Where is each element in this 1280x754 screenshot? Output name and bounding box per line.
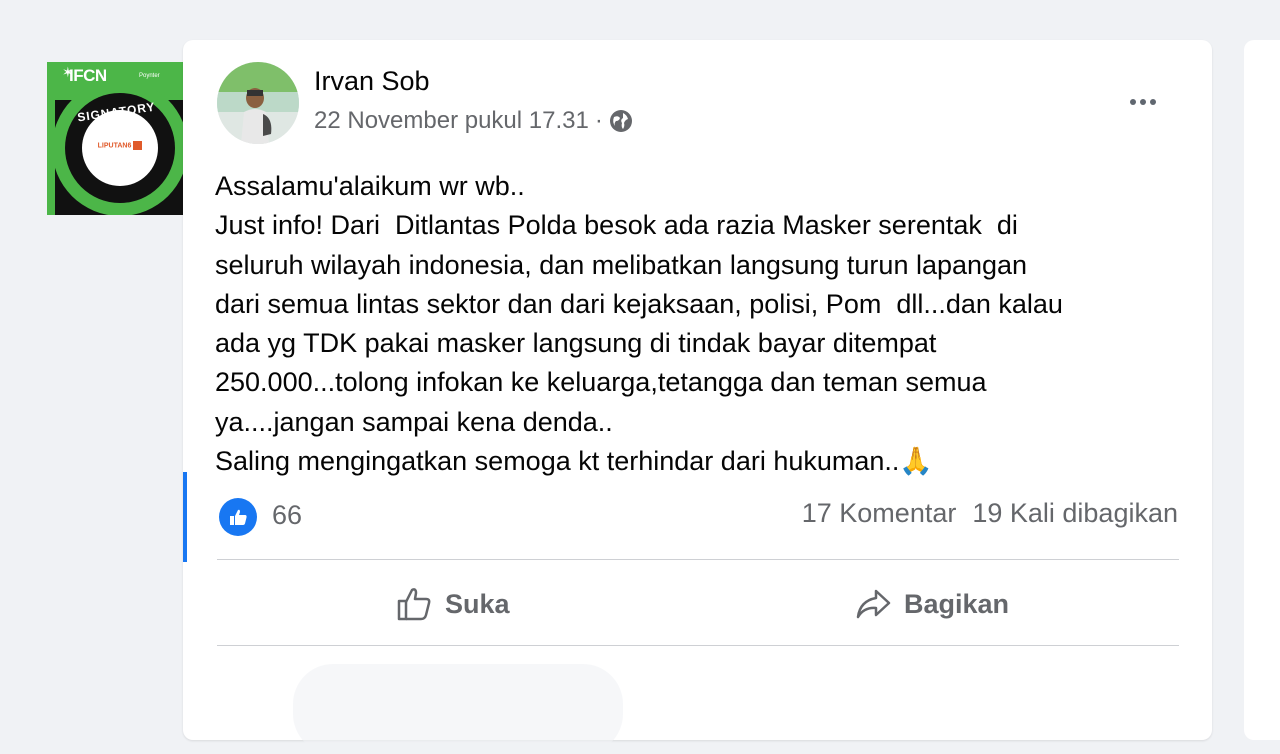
share-arrow-icon: [856, 589, 891, 619]
folded-hands-emoji: 🙏: [899, 446, 934, 477]
post-line-last: Saling mengingatkan semoga kt terhindar …: [215, 442, 1195, 481]
share-count[interactable]: 19 Kali dibagikan: [972, 498, 1178, 528]
badge-logo-text: IFCN: [69, 66, 107, 85]
more-dot-icon: [1130, 99, 1136, 105]
meta-separator: ·: [594, 107, 603, 134]
post-stats: 17 Komentar 19 Kali dibagikan: [802, 498, 1178, 529]
globe-icon[interactable]: [609, 109, 633, 133]
share-button-label: Bagikan: [904, 588, 1010, 619]
post-line: 250.000...tolong infokan ke keluarga,tet…: [215, 367, 987, 398]
post-line: dari semua lintas sektor dan dari kejaks…: [215, 288, 1063, 319]
like-button-label: Suka: [445, 588, 510, 619]
post-text: Assalamu'alaikum wr wb.. Just info! Dari …: [215, 167, 1195, 481]
badge-logo-small: Poynter: [139, 73, 160, 79]
comment-count[interactable]: 17 Komentar: [802, 498, 957, 528]
comment-preview: [293, 664, 623, 754]
ifcn-signatory-badge: LIPUTAN6 ✶ IFCN Poynter SIGNATORY: [47, 62, 193, 215]
share-button[interactable]: Bagikan: [854, 580, 1009, 628]
author-name[interactable]: Irvan Sob: [314, 66, 430, 97]
avatar[interactable]: [217, 62, 299, 144]
post-line: Saling mengingatkan semoga kt terhindar …: [215, 446, 900, 477]
divider: [217, 645, 1179, 646]
post-line: ya....jangan sampai kena denda..: [215, 406, 613, 437]
badge-core-text: LIPUTAN6: [97, 142, 132, 150]
like-reaction-icon[interactable]: [219, 498, 257, 536]
post-card: Irvan Sob 22 November pukul 17.31 · Assa…: [183, 40, 1212, 754]
post-line: Just info! Dari Ditlantas Polda besok ad…: [215, 210, 1018, 241]
more-dot-icon: [1140, 99, 1146, 105]
adjacent-card: [1244, 40, 1280, 740]
badge-ring: LIPUTAN6: [52, 80, 188, 215]
post-timestamp[interactable]: 22 November pukul 17.31: [314, 107, 589, 135]
thumbs-up-icon: [397, 588, 431, 621]
post-line: ada yg TDK pakai masker langsung di tind…: [215, 328, 937, 359]
post-line: seluruh wilayah indonesia, dan melibatka…: [215, 249, 1028, 280]
badge-core-logo: LIPUTAN6: [82, 141, 158, 150]
more-dot-icon: [1150, 99, 1156, 105]
divider: [217, 559, 1179, 560]
reaction-count[interactable]: 66: [272, 500, 302, 531]
focus-indicator: [183, 472, 187, 562]
post-meta: 22 November pukul 17.31 ·: [314, 107, 633, 135]
post-line: Assalamu'alaikum wr wb..: [215, 171, 525, 201]
like-button[interactable]: Suka: [395, 580, 510, 628]
more-options-button[interactable]: [1118, 84, 1168, 120]
